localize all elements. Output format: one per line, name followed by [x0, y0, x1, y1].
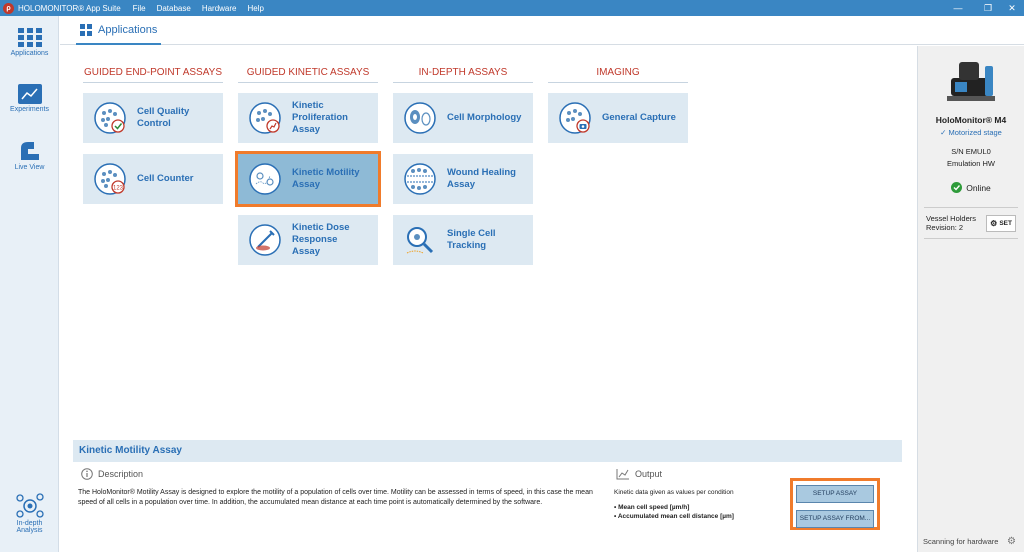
nav-experiments-label: Experiments — [10, 106, 49, 113]
single-cell-tracking-icon — [406, 227, 434, 254]
output-header: Output — [616, 468, 662, 480]
output-heading: Output — [635, 469, 663, 479]
tile-cell-morphology-label: Cell Morphology — [447, 112, 522, 123]
device-name: HoloMonitor® M4 — [935, 115, 1007, 125]
online-check-icon — [951, 182, 963, 193]
device-status-text: Online — [966, 182, 991, 193]
cell-quality-icon — [94, 102, 126, 134]
kinetic-dose-response-icon — [249, 224, 281, 256]
nav-indepth-label: In-depth Analysis — [16, 520, 43, 534]
menu-hardware[interactable]: Hardware — [202, 4, 237, 13]
menu-database[interactable]: Database — [157, 4, 191, 13]
output-item-speed: Mean cell speed [µm/h] — [618, 504, 690, 511]
tile-cell-quality-control[interactable]: Cell Quality Control — [83, 93, 223, 143]
output-intro: Kinetic data given as values per conditi… — [614, 489, 734, 496]
output-item: • Mean cell speed [µm/h] — [614, 504, 690, 511]
vessel-revision: Revision: 2 — [926, 223, 964, 232]
nav-applications-label: Applications — [10, 50, 49, 57]
assay-info-panel: Kinetic Motility Assay Description The H… — [73, 440, 902, 540]
category-guided-end-point: GUIDED END-POINT ASSAYS — [83, 67, 223, 83]
hardware-scan-icon: ⚙ — [1007, 535, 1016, 547]
assay-description: The HoloMonitor® Motility Assay is desig… — [78, 489, 593, 506]
tile-wound-healing[interactable]: Wound Healing Assay — [393, 154, 533, 204]
gear-icon: ⚙ — [990, 218, 998, 228]
tab-applications[interactable]: Applications — [76, 16, 162, 45]
device-status: Online — [918, 182, 1024, 193]
applications-tab-icon — [80, 23, 92, 36]
tab-applications-label: Applications — [98, 23, 158, 36]
tile-single-cell-tracking[interactable]: Single Cell Tracking — [393, 215, 533, 265]
title-bar: ρ HOLOMONITOR® App Suite File Database H… — [0, 0, 1024, 16]
set-button-label: SET — [999, 219, 1012, 227]
tile-cell-counter[interactable]: 123 Cell Counter — [83, 154, 223, 204]
output-chart-icon — [616, 469, 629, 480]
device-emulation: Emulation HW — [947, 159, 995, 168]
tile-general-capture-label: General Capture — [602, 112, 676, 123]
menu-help[interactable]: Help — [248, 4, 264, 13]
nav-live-view[interactable]: Live View — [0, 140, 59, 171]
device-serial: S/N EMUL0 — [951, 147, 991, 156]
app-logo-icon: ρ — [3, 2, 14, 14]
experiments-chart-icon — [17, 84, 42, 104]
category-guided-kinetic: GUIDED KINETIC ASSAYS — [238, 67, 378, 83]
status-bar: Scanning for hardware ⚙ — [918, 530, 1024, 552]
menu-file[interactable]: File — [133, 4, 146, 13]
tile-kinetic-dose-response[interactable]: Kinetic Dose Response Assay — [238, 215, 378, 265]
nav-applications[interactable]: Applications — [0, 28, 59, 57]
svg-text:123: 123 — [113, 186, 124, 192]
wound-healing-icon — [404, 163, 436, 195]
category-imaging: IMAGING — [548, 67, 688, 83]
tile-kinetic-proliferation[interactable]: Kinetic Proliferation Assay — [238, 93, 378, 143]
setup-buttons-group: SETUP ASSAY SETUP ASSAY FROM... — [790, 478, 880, 530]
description-heading: Description — [98, 469, 144, 479]
tile-kinetic-dose-label: Kinetic Dose Response Assay — [292, 222, 350, 257]
live-view-microscope-icon — [20, 142, 39, 160]
info-icon — [81, 468, 93, 480]
general-capture-icon — [559, 102, 591, 134]
app-title: HOLOMONITOR® App Suite — [18, 3, 121, 13]
indepth-analysis-network-icon — [15, 493, 44, 518]
close-icon[interactable]: ✕ — [997, 0, 1024, 16]
cell-counter-icon: 123 — [94, 163, 126, 195]
device-stage: ✓ Motorized stage — [940, 128, 1002, 137]
kinetic-motility-icon — [249, 163, 281, 195]
output-item-distance: Accumulated mean cell distance [µm] — [617, 513, 734, 520]
description-header: Description — [81, 468, 143, 480]
nav-live-view-label: Live View — [14, 164, 45, 171]
tile-kinetic-motility-label: Kinetic Motility Assay — [292, 167, 360, 190]
tile-wound-healing-label: Wound Healing Assay — [447, 167, 516, 190]
app-header: Applications — [60, 16, 1024, 45]
tile-cell-morphology[interactable]: Cell Morphology — [393, 93, 533, 143]
kinetic-proliferation-icon — [249, 102, 281, 134]
applications-grid-icon — [17, 28, 42, 47]
setup-assay-button[interactable]: SETUP ASSAY — [796, 485, 874, 503]
left-nav: Applications Experiments Live View In-de… — [0, 16, 59, 552]
tile-single-cell-label: Single Cell Tracking — [447, 228, 496, 251]
holomonitor-device-icon — [947, 62, 995, 101]
tile-cell-quality-label: Cell Quality Control — [137, 106, 190, 129]
nav-indepth-analysis[interactable]: In-depth Analysis — [0, 492, 59, 534]
setup-assay-from-button[interactable]: SETUP ASSAY FROM... — [796, 510, 874, 528]
tile-cell-counter-label: Cell Counter — [137, 173, 194, 184]
output-item: • Accumulated mean cell distance [µm] — [614, 513, 734, 520]
vessel-holders-row: Vessel Holders Revision: 2 ⚙ SET — [918, 208, 1024, 238]
tile-general-capture[interactable]: General Capture — [548, 93, 688, 143]
tile-kinetic-proliferation-label: Kinetic Proliferation Assay — [292, 100, 348, 135]
device-panel: HoloMonitor® M4 ✓ Motorized stage S/N EM… — [917, 46, 1024, 552]
tile-kinetic-motility[interactable]: Kinetic Motility Assay — [235, 151, 381, 207]
vessel-holders-label: Vessel Holders — [926, 214, 977, 223]
set-vessel-button[interactable]: ⚙ SET — [986, 214, 1016, 232]
nav-experiments[interactable]: Experiments — [0, 84, 59, 113]
minimize-icon[interactable]: — — [943, 0, 973, 16]
status-text: Scanning for hardware — [923, 536, 999, 546]
cell-morphology-icon — [404, 102, 436, 134]
category-in-depth: IN-DEPTH ASSAYS — [393, 67, 533, 83]
output-details: Kinetic data given as values per conditi… — [614, 488, 784, 521]
assay-info-title: Kinetic Motility Assay — [73, 440, 902, 462]
